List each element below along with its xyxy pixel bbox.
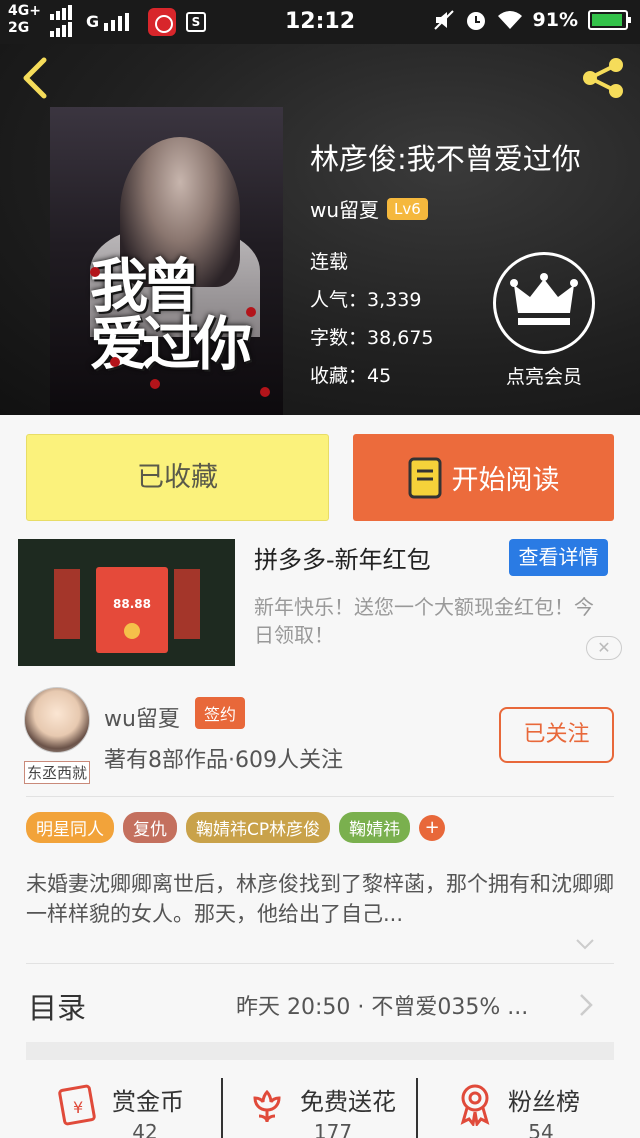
author-card-description: 著有8部作品·609人关注 <box>104 748 343 773</box>
start-reading-label: 开始阅读 <box>451 465 560 496</box>
status-bar: 4G+ 2G G S 12:12 91% <box>0 0 640 44</box>
words-value: 38,675 <box>367 327 434 349</box>
ad-description: 新年快乐！送您一个大额现金红包！今日领取！ <box>254 595 594 647</box>
fan-ranking-label: 粉丝榜 <box>508 1088 580 1116</box>
divider <box>26 796 614 797</box>
author-line: wu留夏 Lv6 <box>310 194 428 223</box>
tag-item[interactable]: 复仇 <box>123 812 177 843</box>
popularity-row: 人气：3,339 <box>310 289 422 311</box>
start-reading-button[interactable]: 开始阅读 <box>353 434 614 521</box>
book-icon <box>408 457 441 498</box>
author-card-name[interactable]: wu留夏 <box>104 701 180 733</box>
battery-percent: 91% <box>532 9 578 31</box>
ad-close-button[interactable]: ✕ <box>586 636 622 660</box>
tag-item[interactable]: 明星同人 <box>26 812 114 843</box>
wifi-icon <box>497 11 522 29</box>
author-name[interactable]: wu留夏 <box>310 194 379 223</box>
book-stats: 连载 人气：3,339 字数：38,675 收藏：45 <box>310 243 434 395</box>
latest-chapter: 昨天 20:50 · 不曾爱035% ... <box>236 995 529 1020</box>
toc-label: 目录 <box>28 991 87 1025</box>
level-badge: Lv6 <box>387 197 428 220</box>
flower-icon <box>253 1089 281 1123</box>
ad-banner[interactable]: 88.88 拼多多-新年红包 查看详情 新年快乐！送您一个大额现金红包！今日领取… <box>0 530 640 680</box>
status-right: 91% <box>433 9 631 31</box>
ad-title[interactable]: 拼多多-新年红包 <box>254 540 431 575</box>
vip-button[interactable]: 点亮会员 <box>493 252 595 389</box>
avatar-tag: 东丞西就 <box>24 761 91 784</box>
red-envelope-icon: ¥ <box>58 1084 96 1126</box>
ad-detail-button[interactable]: 查看详情 <box>509 539 608 576</box>
fan-ranking-count: 54 <box>528 1120 554 1138</box>
favorites-value: 45 <box>367 365 392 387</box>
favorites-row: 收藏：45 <box>310 365 392 387</box>
chevron-right-icon <box>580 994 593 1016</box>
add-tag-icon[interactable]: + <box>419 814 446 841</box>
section-gap <box>26 1042 614 1060</box>
separator <box>416 1078 418 1138</box>
signed-badge: 签约 <box>195 697 246 729</box>
free-flowers-count: 177 <box>313 1120 353 1138</box>
ad-image[interactable]: 88.88 <box>18 539 235 666</box>
svg-text:¥: ¥ <box>73 1098 83 1117</box>
popularity-value: 3,339 <box>367 289 422 311</box>
support-bar: ¥ 赏金币 42 免费送花 177 粉丝榜 54 <box>0 1062 640 1138</box>
alarm-icon <box>466 12 485 30</box>
divider <box>26 963 614 964</box>
tag-item[interactable]: 鞠婧祎 <box>339 812 411 843</box>
reward-coins-count: 42 <box>132 1120 158 1138</box>
follow-button[interactable]: 已关注 <box>499 707 614 763</box>
author-card: 东丞西就 wu留夏 签约 著有8部作品·609人关注 已关注 <box>0 685 640 795</box>
serial-status: 连载 <box>310 251 349 273</box>
book-summary: 未婚妻沈卿卿离世后，林彦俊找到了黎梓菡，那个拥有和沈卿卿一样样貌的女人。那天，他… <box>26 872 614 926</box>
table-of-contents-row[interactable]: 目录 昨天 20:50 · 不曾爱035% ... <box>0 965 640 1045</box>
free-flowers-label: 免费送花 <box>300 1088 396 1116</box>
back-arrow-icon[interactable] <box>14 56 58 100</box>
ad-amount: 88.88 <box>113 597 151 611</box>
favorited-button[interactable]: 已收藏 <box>26 434 329 521</box>
vip-label: 点亮会员 <box>505 366 582 388</box>
book-cover[interactable]: 我曾 爱过你 <box>50 107 283 415</box>
words-row: 字数：38,675 <box>310 327 434 349</box>
crown-icon <box>493 252 595 354</box>
medal-icon <box>460 1084 490 1126</box>
book-title: 林彦俊:我不曾爱过你 <box>310 142 581 176</box>
free-flowers-button[interactable]: 免费送花 177 <box>244 1076 440 1138</box>
separator <box>221 1078 223 1138</box>
avatar[interactable] <box>24 687 90 753</box>
tag-item[interactable]: 鞠婧祎CP林彦俊 <box>186 812 331 843</box>
reward-coins-label: 赏金币 <box>112 1088 184 1116</box>
share-icon[interactable] <box>580 56 628 100</box>
mute-icon <box>433 10 454 30</box>
battery-icon <box>588 10 631 30</box>
chevron-down-icon[interactable] <box>575 937 595 951</box>
tag-list: 明星同人 复仇 鞠婧祎CP林彦俊 鞠婧祎 + <box>26 812 446 843</box>
fan-ranking-button[interactable]: 粉丝榜 54 <box>452 1076 640 1138</box>
book-header: 4G+ 2G G S 12:12 91% 我曾 爱过你 林彦俊:我不曾爱过你 w… <box>0 0 640 415</box>
